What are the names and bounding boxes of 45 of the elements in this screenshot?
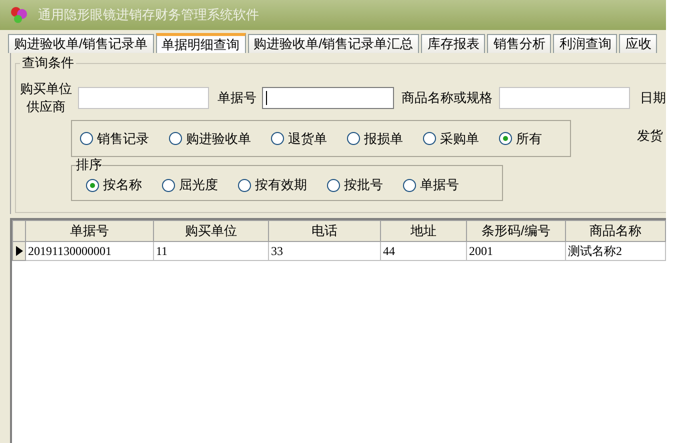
radio-option[interactable]: 销售记录 xyxy=(80,128,149,148)
table-cell: 33 xyxy=(268,241,380,260)
date-label: 日期 xyxy=(640,89,666,108)
radio-option[interactable]: 屈光度 xyxy=(162,175,218,195)
field-label: 单据号 xyxy=(217,89,256,107)
radio-option[interactable]: 按批号 xyxy=(327,175,383,195)
window-title: 通用隐形眼镜进销存财务管理系统软件 xyxy=(38,6,259,24)
radio-option[interactable]: 按有效期 xyxy=(238,175,307,195)
radio-option[interactable]: 报损单 xyxy=(347,128,403,148)
tab[interactable]: 销售分析 xyxy=(487,34,552,53)
table-cell: 2001 xyxy=(466,241,566,260)
group-title: 查询条件 xyxy=(20,55,76,71)
ship-label: 发货 xyxy=(637,127,663,145)
table-cell: 20191130000001 xyxy=(26,241,154,260)
radio-option[interactable]: 所有 xyxy=(499,128,542,148)
table-cell: 11 xyxy=(154,241,268,260)
input-field[interactable] xyxy=(78,87,210,109)
radio-option[interactable]: 按名称 xyxy=(86,175,142,195)
field-label: 供应商 xyxy=(26,98,66,116)
column-header[interactable]: 购买单位 xyxy=(154,220,268,241)
text-cursor xyxy=(266,91,268,105)
tab[interactable]: 单据明细查询 xyxy=(156,33,246,53)
tab[interactable]: 购进验收单/销售记录单 xyxy=(8,34,154,53)
column-header[interactable]: 条形码/编号 xyxy=(466,220,566,241)
tab[interactable]: 应收 xyxy=(619,34,658,53)
radio-option[interactable]: 购进验收单 xyxy=(169,128,251,148)
tab[interactable]: 库存报表 xyxy=(421,34,486,53)
radio-option[interactable]: 退货单 xyxy=(271,128,327,148)
column-header[interactable]: 商品名称 xyxy=(566,220,666,241)
tab[interactable]: 购进验收单/销售记录单汇总 xyxy=(248,34,420,53)
radio-option[interactable]: 采购单 xyxy=(423,128,479,148)
input-field[interactable] xyxy=(498,87,630,109)
column-header[interactable]: 单据号 xyxy=(26,220,154,241)
group-title: 排序 xyxy=(76,157,102,173)
field-label: 购买单位 xyxy=(20,80,72,98)
input-field[interactable] xyxy=(262,87,394,109)
field-label: 商品名称或规格 xyxy=(402,89,493,107)
app-icon xyxy=(10,6,28,24)
column-header[interactable]: 地址 xyxy=(380,220,466,241)
table-cell: 44 xyxy=(380,241,466,260)
column-header[interactable]: 电话 xyxy=(268,220,380,241)
table-cell: 测试名称2 xyxy=(566,241,666,260)
current-row-icon xyxy=(16,246,22,256)
radio-option[interactable]: 单据号 xyxy=(403,175,459,195)
tab[interactable]: 利润查询 xyxy=(553,34,618,53)
